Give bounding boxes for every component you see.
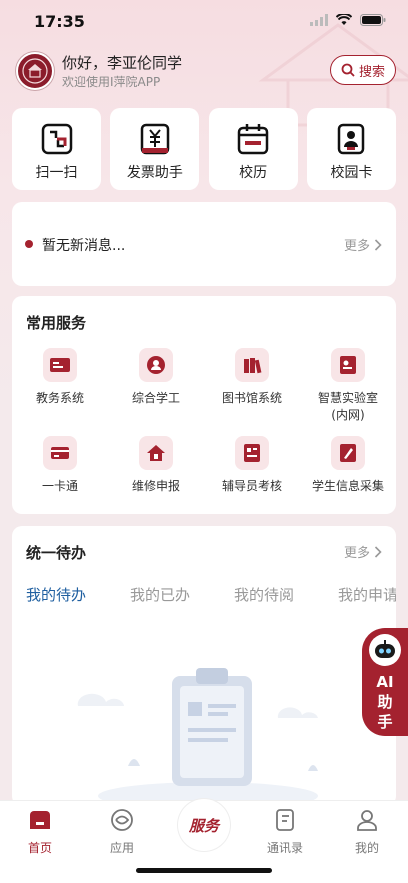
service-label: 教务系统 xyxy=(35,391,84,405)
campus-card-icon xyxy=(338,123,365,155)
services-title: 常用服务 xyxy=(26,314,87,332)
todo-card: 统一待办 更多 我的待办 我的已办 我的待阅 我的申请 xyxy=(12,526,396,806)
empty-state-illustration xyxy=(77,668,318,806)
service-smart-lab[interactable]: 智慧实验室 (内网) xyxy=(300,348,396,424)
message-card[interactable]: 暂无新消息... 更多 xyxy=(12,202,396,286)
search-icon xyxy=(341,63,355,77)
quick-campus-card-label: 校园卡 xyxy=(330,165,373,181)
service-student-info[interactable]: 学生信息采集 xyxy=(300,436,396,495)
service-label: 综合学工 xyxy=(131,391,180,405)
ai-label-line1: AI xyxy=(376,673,394,691)
todo-more-link[interactable]: 更多 xyxy=(344,542,382,561)
counselor-icon xyxy=(235,436,269,470)
service-counselor[interactable]: 辅导员考核 xyxy=(204,436,300,495)
quick-scan-label: 扫一扫 xyxy=(35,165,78,181)
services-grid: 教务系统 综合学工 图书馆系统 智慧实验室 (内网) 一卡通 维修申报 辅导员考… xyxy=(12,348,396,495)
ai-label-line2: 助 xyxy=(377,693,393,711)
ai-assistant-label: AI 助 手 xyxy=(376,672,393,732)
ai-label-line3: 手 xyxy=(377,713,393,731)
chevron-right-icon xyxy=(374,238,382,251)
school-logo xyxy=(16,52,54,90)
contacts-icon xyxy=(272,807,298,833)
service-repair[interactable]: 维修申报 xyxy=(108,436,204,495)
todo-tabs: 我的待办 我的已办 我的待阅 我的申请 xyxy=(26,584,396,608)
student-info-icon xyxy=(331,436,365,470)
user-header: 你好，李亚伦同学 欢迎使用I萍院APP 搜索 xyxy=(16,52,396,92)
chevron-right-icon xyxy=(374,545,382,558)
service-one-card[interactable]: 一卡通 xyxy=(12,436,108,495)
search-button[interactable]: 搜索 xyxy=(330,55,396,85)
service-label: 学生信息采集 xyxy=(311,479,384,493)
services-row: 一卡通 维修申报 辅导员考核 学生信息采集 xyxy=(12,436,396,495)
service-label: 图书馆系统 xyxy=(221,391,282,405)
quick-calendar[interactable]: 校历 xyxy=(208,108,298,190)
lab-icon xyxy=(331,348,365,382)
nav-service[interactable]: 服务 xyxy=(178,799,230,851)
nav-profile-label: 我的 xyxy=(354,841,379,855)
nav-contacts-label: 通讯录 xyxy=(266,841,303,855)
academic-system-icon xyxy=(43,348,77,382)
tab-my-done[interactable]: 我的已办 xyxy=(130,584,190,605)
service-icon: 服务 xyxy=(188,816,219,835)
welcome-subtitle: 欢迎使用I萍院APP xyxy=(62,75,161,89)
library-icon xyxy=(235,348,269,382)
profile-icon xyxy=(354,807,380,833)
message-more-link[interactable]: 更多 xyxy=(344,235,382,254)
nav-home-label: 首页 xyxy=(27,841,52,855)
service-label: 辅导员考核 xyxy=(221,479,282,493)
service-label: 维修申报 xyxy=(131,479,180,493)
nav-home[interactable]: 首页 xyxy=(10,807,70,856)
school-emblem-icon xyxy=(22,58,48,84)
quick-scan[interactable]: 扫一扫 xyxy=(12,108,101,190)
services-row: 教务系统 综合学工 图书馆系统 智慧实验室 (内网) xyxy=(12,348,396,424)
status-bar: 17:35 xyxy=(0,0,408,44)
message-text: 暂无新消息... xyxy=(42,238,126,254)
card-icon xyxy=(43,436,77,470)
quick-actions: 扫一扫 发票助手 校历 校园卡 xyxy=(12,108,396,190)
services-card: 常用服务 教务系统 综合学工 图书馆系统 智慧实验室 (内网) 一卡通 维修申报… xyxy=(12,296,396,514)
todo-more-label: 更多 xyxy=(343,546,370,561)
service-label: 智慧实验室 (内网) xyxy=(317,391,378,422)
greeting-text: 你好，李亚伦同学 xyxy=(62,54,183,72)
todo-title: 统一待办 xyxy=(26,544,87,562)
nav-apps[interactable]: 应用 xyxy=(92,807,152,856)
message-more-label: 更多 xyxy=(343,239,370,254)
message-dot xyxy=(25,240,33,248)
home-icon xyxy=(27,807,53,833)
tab-my-applications[interactable]: 我的申请 xyxy=(338,584,396,605)
wifi-icon xyxy=(336,14,352,25)
quick-campus-card[interactable]: 校园卡 xyxy=(306,108,396,190)
service-student-affairs[interactable]: 综合学工 xyxy=(108,348,204,424)
apps-icon xyxy=(109,807,135,833)
student-affairs-icon xyxy=(139,348,173,382)
tab-my-todo[interactable]: 我的待办 xyxy=(26,584,86,605)
service-academic-system[interactable]: 教务系统 xyxy=(12,348,108,424)
search-button-label: 搜索 xyxy=(358,64,385,80)
status-icons xyxy=(310,14,386,26)
service-label: 一卡通 xyxy=(41,479,78,493)
quick-invoice-label: 发票助手 xyxy=(126,165,183,181)
home-indicator[interactable] xyxy=(136,868,272,873)
signal-icon xyxy=(310,14,328,26)
quick-invoice[interactable]: 发票助手 xyxy=(110,108,200,190)
nav-profile[interactable]: 我的 xyxy=(337,807,397,856)
robot-icon xyxy=(369,634,401,666)
repair-icon xyxy=(139,436,173,470)
quick-calendar-label: 校历 xyxy=(239,165,268,181)
battery-icon xyxy=(360,14,386,26)
calendar-icon xyxy=(237,124,269,155)
scan-icon xyxy=(41,123,72,155)
status-time: 17:35 xyxy=(34,12,85,31)
service-library[interactable]: 图书馆系统 xyxy=(204,348,300,424)
nav-apps-label: 应用 xyxy=(109,841,134,855)
tab-my-to-read[interactable]: 我的待阅 xyxy=(234,584,294,605)
nav-contacts[interactable]: 通讯录 xyxy=(255,807,315,856)
invoice-icon xyxy=(140,123,170,155)
ai-assistant-button[interactable]: AI 助 手 xyxy=(362,628,408,736)
